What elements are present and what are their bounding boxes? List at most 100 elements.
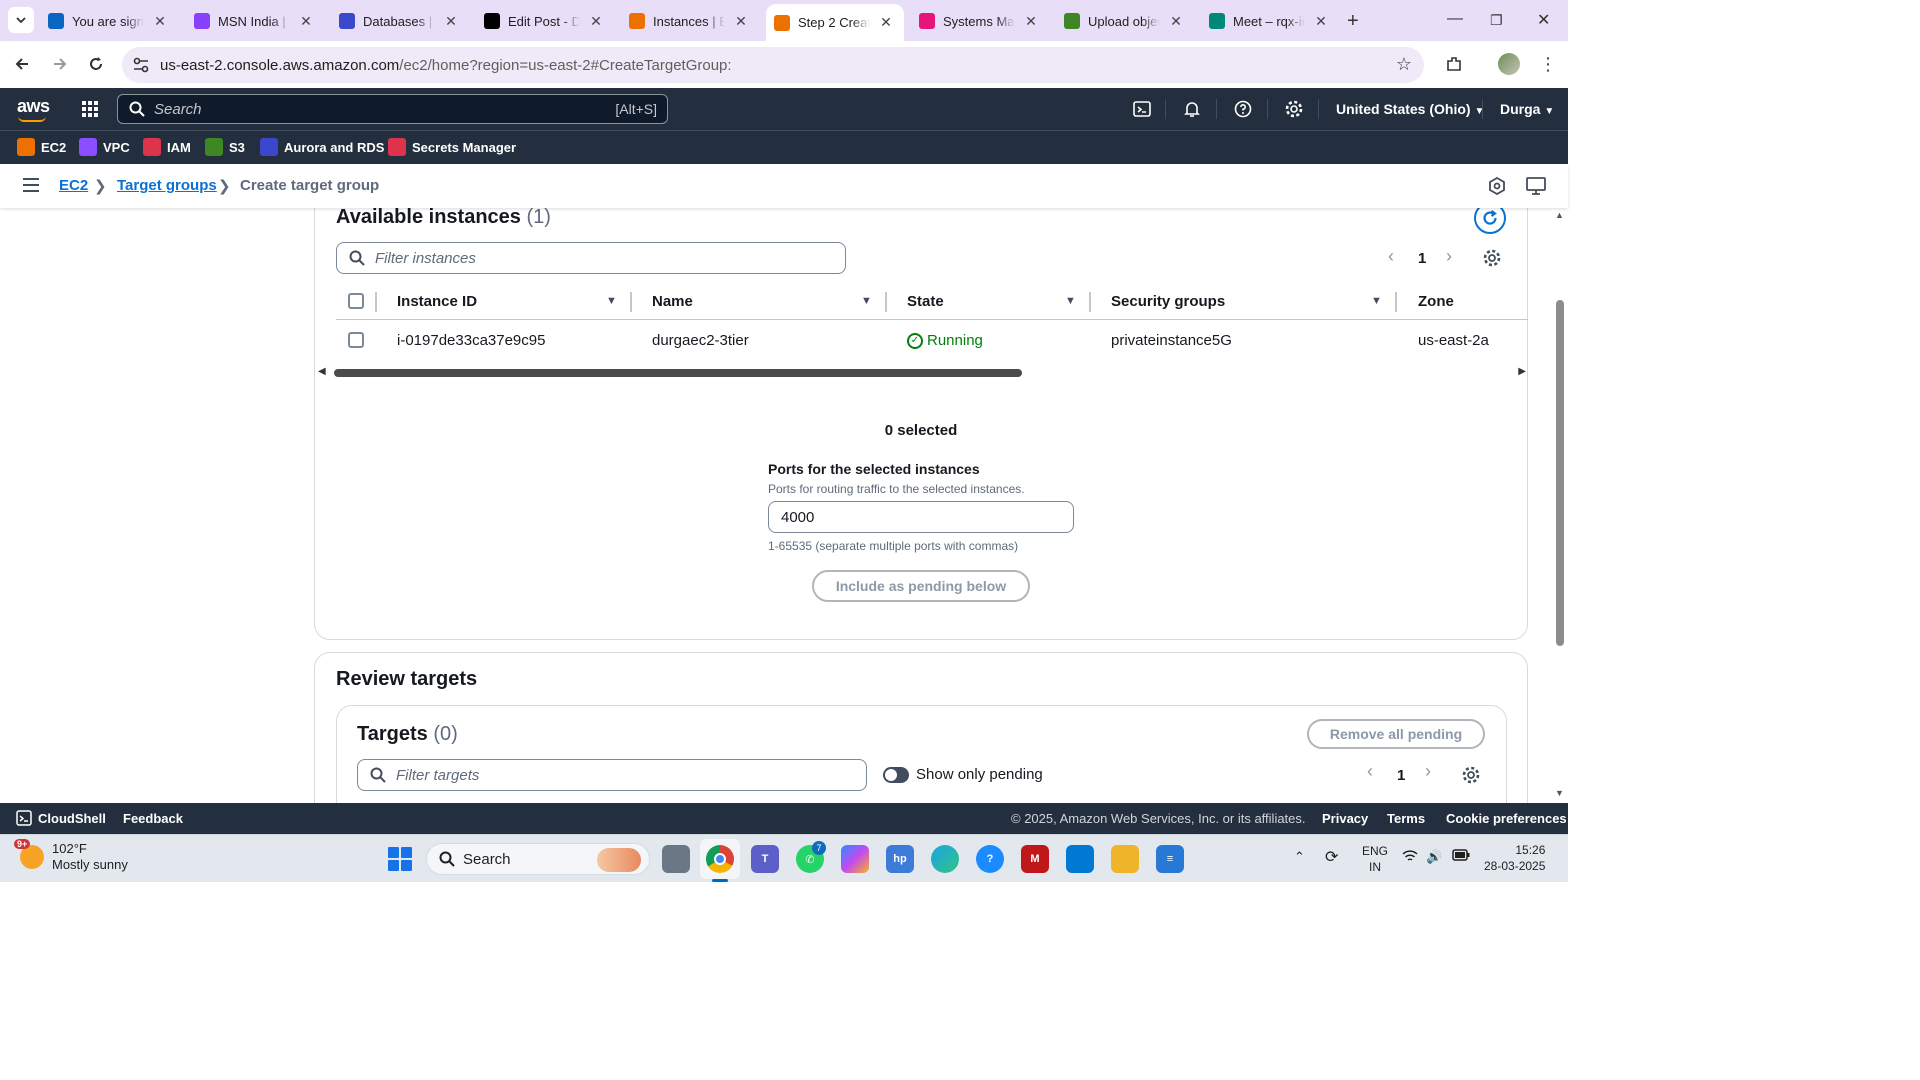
- site-info-icon[interactable]: [132, 56, 150, 77]
- myhp-icon[interactable]: hp: [886, 845, 914, 873]
- browser-tab[interactable]: MSN India | Breaking ✕: [186, 6, 324, 36]
- browser-tab[interactable]: Meet – rqx-in ✕: [1201, 6, 1339, 36]
- favorite-aurora-and-rds[interactable]: Aurora and RDS: [260, 138, 384, 156]
- close-window-icon[interactable]: ✕: [1537, 10, 1550, 30]
- aws-search-bar[interactable]: Search [Alt+S]: [117, 94, 668, 124]
- breadcrumb-target-groups[interactable]: Target groups: [117, 177, 217, 194]
- row-select-checkbox[interactable]: [348, 332, 364, 348]
- close-tab-icon[interactable]: ✕: [443, 13, 459, 29]
- profile-avatar[interactable]: [1498, 53, 1520, 75]
- wifi-icon[interactable]: [1402, 849, 1418, 866]
- favorite-iam[interactable]: IAM: [143, 138, 191, 156]
- region-selector[interactable]: United States (Ohio) ▼: [1336, 101, 1484, 117]
- sync-icon[interactable]: ⟳: [1325, 847, 1338, 867]
- hamburger-menu-icon[interactable]: [22, 177, 40, 196]
- favorite-s3[interactable]: S3: [205, 138, 245, 156]
- page-vertical-scrollbar[interactable]: ▲ ▼: [1552, 208, 1568, 803]
- prev-page-icon[interactable]: ‹: [1367, 761, 1373, 782]
- scrollbar-thumb[interactable]: [334, 369, 1022, 377]
- tray-overflow-icon[interactable]: ⌃: [1294, 849, 1305, 865]
- start-button[interactable]: [388, 847, 412, 871]
- browser-tab[interactable]: You are signed in ✕: [40, 6, 178, 36]
- file-explorer-icon[interactable]: [1111, 845, 1139, 873]
- column-header-instance-id[interactable]: Instance ID: [397, 293, 477, 310]
- column-divider[interactable]: [885, 292, 887, 312]
- favorite-ec2[interactable]: EC2: [17, 138, 66, 156]
- show-only-pending-toggle[interactable]: [883, 767, 909, 783]
- account-menu[interactable]: Durga ▼: [1500, 101, 1554, 117]
- filter-instances-input[interactable]: Filter instances: [336, 242, 846, 274]
- browser-tab[interactable]: Step 2 Create ✕: [766, 4, 904, 41]
- aws-logo[interactable]: aws: [17, 96, 50, 117]
- scroll-up-icon[interactable]: ▲: [1555, 210, 1564, 220]
- sort-caret-icon[interactable]: ▼: [861, 295, 872, 307]
- sort-caret-icon[interactable]: ▼: [1371, 295, 1382, 307]
- notifications-bell-icon[interactable]: [1182, 99, 1202, 119]
- system-clock[interactable]: 15:26 28-03-2025: [1484, 842, 1545, 874]
- privacy-link[interactable]: Privacy: [1322, 811, 1368, 826]
- scrollbar-thumb[interactable]: [1556, 300, 1564, 646]
- cloudshell-link[interactable]: CloudShell: [38, 811, 106, 826]
- task-view-icon[interactable]: [662, 845, 690, 873]
- breadcrumb-ec2[interactable]: EC2: [59, 177, 88, 194]
- close-tab-icon[interactable]: ✕: [298, 13, 314, 29]
- browser-tab[interactable]: Databases | Amazon ✕: [331, 6, 469, 36]
- help-app-icon[interactable]: ?: [976, 845, 1004, 873]
- feedback-link[interactable]: Feedback: [123, 811, 183, 826]
- select-all-checkbox[interactable]: [348, 293, 364, 309]
- preferences-gear-icon[interactable]: [1483, 249, 1501, 270]
- copilot-icon[interactable]: [841, 845, 869, 873]
- settings-gear-icon[interactable]: [1284, 99, 1304, 119]
- scroll-right-icon[interactable]: ▶: [1518, 366, 1526, 377]
- chrome-icon[interactable]: [706, 845, 734, 873]
- back-icon[interactable]: [12, 54, 32, 74]
- cookie-preferences-link[interactable]: Cookie preferences: [1446, 811, 1567, 826]
- remove-all-pending-button[interactable]: Remove all pending: [1307, 719, 1485, 749]
- browser-tab[interactable]: Upload objects ✕: [1056, 6, 1194, 36]
- page-number[interactable]: 1: [1397, 767, 1405, 784]
- services-grid-icon[interactable]: [80, 99, 100, 119]
- close-tab-icon[interactable]: ✕: [1313, 13, 1329, 29]
- ports-input[interactable]: [768, 501, 1074, 533]
- next-page-icon[interactable]: ›: [1446, 246, 1452, 267]
- bookmark-star-icon[interactable]: ☆: [1396, 54, 1412, 75]
- close-tab-icon[interactable]: ✕: [152, 13, 168, 29]
- browser-menu-icon[interactable]: ⋮: [1538, 54, 1558, 74]
- help-icon[interactable]: [1233, 99, 1253, 119]
- minimize-icon[interactable]: —: [1447, 10, 1463, 28]
- scroll-left-icon[interactable]: ◀: [318, 366, 326, 377]
- show-only-pending-label[interactable]: Show only pending: [916, 766, 1043, 783]
- sort-caret-icon[interactable]: ▼: [1065, 295, 1076, 307]
- sort-caret-icon[interactable]: ▼: [606, 295, 617, 307]
- close-tab-icon[interactable]: ✕: [733, 13, 749, 29]
- column-divider[interactable]: [1089, 292, 1091, 312]
- omnibox[interactable]: us-east-2.console.aws.amazon.com/ec2/hom…: [122, 47, 1424, 83]
- help-panel-icon[interactable]: [1526, 177, 1546, 198]
- weather-widget[interactable]: 9+ 102°F Mostly sunny: [14, 839, 128, 873]
- column-header-state[interactable]: State: [907, 293, 944, 310]
- mcafee-icon[interactable]: M: [1021, 845, 1049, 873]
- terms-link[interactable]: Terms: [1387, 811, 1425, 826]
- page-number[interactable]: 1: [1418, 250, 1426, 267]
- cloudshell-icon[interactable]: [16, 810, 32, 829]
- forward-icon[interactable]: [50, 54, 70, 74]
- cloudshell-icon[interactable]: [1132, 99, 1152, 119]
- tab-search-button[interactable]: [8, 7, 34, 33]
- browser-tab[interactable]: Instances | EC2 ✕: [621, 6, 759, 36]
- close-tab-icon[interactable]: ✕: [1023, 13, 1039, 29]
- column-divider[interactable]: [630, 292, 632, 312]
- prev-page-icon[interactable]: ‹: [1388, 246, 1394, 267]
- new-tab-button[interactable]: +: [1347, 10, 1359, 33]
- favorite-secrets-manager[interactable]: Secrets Manager: [388, 138, 516, 156]
- column-divider[interactable]: [1395, 292, 1397, 312]
- restore-icon[interactable]: ❐: [1490, 12, 1503, 29]
- battery-icon[interactable]: [1452, 849, 1470, 864]
- teams-icon[interactable]: T: [751, 845, 779, 873]
- extensions-icon[interactable]: [1444, 54, 1464, 74]
- store-icon[interactable]: [1066, 845, 1094, 873]
- next-page-icon[interactable]: ›: [1425, 761, 1431, 782]
- volume-icon[interactable]: 🔊: [1426, 849, 1442, 865]
- column-header-name[interactable]: Name: [652, 293, 693, 310]
- column-header-zone[interactable]: Zone: [1418, 293, 1454, 310]
- notepad-icon[interactable]: ≡: [1156, 845, 1184, 873]
